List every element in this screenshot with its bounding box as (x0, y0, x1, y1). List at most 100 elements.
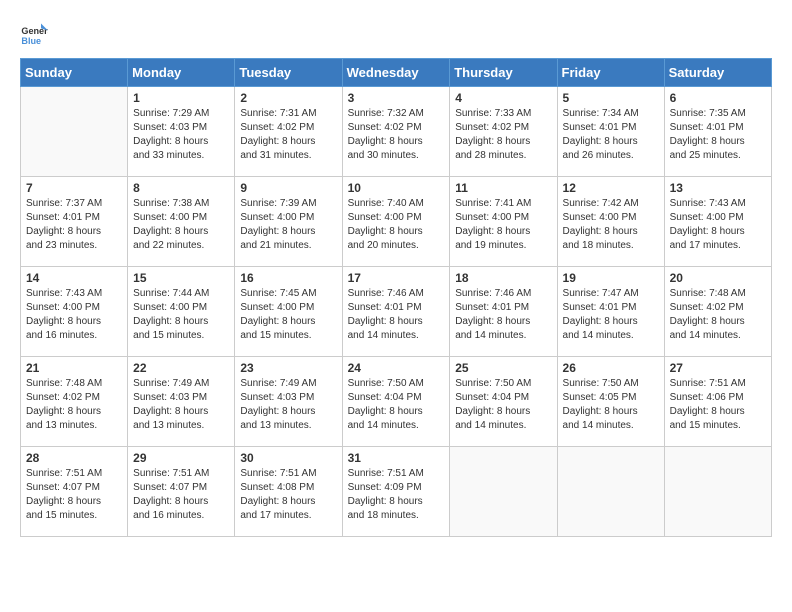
calendar-cell (450, 447, 557, 537)
calendar-cell: 20 Sunrise: 7:48 AM Sunset: 4:02 PM Dayli… (664, 267, 771, 357)
calendar-cell: 19Sunrise: 7:47 AM Sunset: 4:01 PM Dayli… (557, 267, 664, 357)
calendar-cell: 13 Sunrise: 7:43 AM Sunset: 4:00 PM Dayli… (664, 177, 771, 267)
calendar-cell: 11 Sunrise: 7:41 AM Sunset: 4:00 PM Dayli… (450, 177, 557, 267)
calendar-cell: 17Sunrise: 7:46 AM Sunset: 4:01 PM Dayli… (342, 267, 450, 357)
day-number: 28 (26, 451, 122, 465)
calendar-cell: 31Sunrise: 7:51 AM Sunset: 4:09 PM Dayli… (342, 447, 450, 537)
calendar-cell: 5 Sunrise: 7:34 AM Sunset: 4:01 PM Daylig… (557, 87, 664, 177)
page-header: General Blue (20, 20, 772, 48)
calendar-header-row: SundayMondayTuesdayWednesdayThursdayFrid… (21, 59, 772, 87)
day-info: Sunrise: 7:42 AM Sunset: 4:00 PM Dayligh… (563, 197, 659, 253)
calendar-cell: 22 Sunrise: 7:49 AM Sunset: 4:03 PM Dayli… (128, 357, 235, 447)
calendar-header-thursday: Thursday (450, 59, 557, 87)
day-info: Sunrise: 7:41 AM Sunset: 4:00 PM Dayligh… (455, 197, 551, 253)
day-number: 5 (563, 91, 659, 105)
calendar-header-saturday: Saturday (664, 59, 771, 87)
calendar-cell: 15 Sunrise: 7:44 AM Sunset: 4:00 PM Dayli… (128, 267, 235, 357)
day-info: Sunrise: 7:44 AM Sunset: 4:00 PM Dayligh… (133, 287, 229, 343)
calendar-cell: 4 Sunrise: 7:33 AM Sunset: 4:02 PM Daylig… (450, 87, 557, 177)
calendar-cell: 2 Sunrise: 7:31 AM Sunset: 4:02 PM Daylig… (235, 87, 342, 177)
calendar-cell: 6 Sunrise: 7:35 AM Sunset: 4:01 PM Daylig… (664, 87, 771, 177)
day-info: Sunrise: 7:49 AM Sunset: 4:03 PM Dayligh… (133, 377, 229, 433)
day-number: 25 (455, 361, 551, 375)
calendar-cell: 24Sunrise: 7:50 AM Sunset: 4:04 PM Dayli… (342, 357, 450, 447)
calendar-cell: 1Sunrise: 7:29 AM Sunset: 4:03 PM Daylig… (128, 87, 235, 177)
day-number: 3 (348, 91, 445, 105)
day-info: Sunrise: 7:45 AM Sunset: 4:00 PM Dayligh… (240, 287, 336, 343)
calendar-cell: 9 Sunrise: 7:39 AM Sunset: 4:00 PM Daylig… (235, 177, 342, 267)
logo: General Blue (20, 20, 48, 48)
calendar-cell: 30 Sunrise: 7:51 AM Sunset: 4:08 PM Dayli… (235, 447, 342, 537)
day-info: Sunrise: 7:43 AM Sunset: 4:00 PM Dayligh… (670, 197, 766, 253)
day-number: 29 (133, 451, 229, 465)
day-info: Sunrise: 7:46 AM Sunset: 4:01 PM Dayligh… (348, 287, 445, 343)
day-number: 23 (240, 361, 336, 375)
day-info: Sunrise: 7:51 AM Sunset: 4:07 PM Dayligh… (133, 467, 229, 523)
day-number: 27 (670, 361, 766, 375)
calendar-header-wednesday: Wednesday (342, 59, 450, 87)
day-info: Sunrise: 7:43 AM Sunset: 4:00 PM Dayligh… (26, 287, 122, 343)
calendar-cell (21, 87, 128, 177)
day-info: Sunrise: 7:38 AM Sunset: 4:00 PM Dayligh… (133, 197, 229, 253)
day-number: 22 (133, 361, 229, 375)
day-info: Sunrise: 7:39 AM Sunset: 4:00 PM Dayligh… (240, 197, 336, 253)
day-number: 10 (348, 181, 445, 195)
day-info: Sunrise: 7:46 AM Sunset: 4:01 PM Dayligh… (455, 287, 551, 343)
day-number: 30 (240, 451, 336, 465)
calendar-cell: 14Sunrise: 7:43 AM Sunset: 4:00 PM Dayli… (21, 267, 128, 357)
day-info: Sunrise: 7:35 AM Sunset: 4:01 PM Dayligh… (670, 107, 766, 163)
day-number: 18 (455, 271, 551, 285)
day-number: 4 (455, 91, 551, 105)
day-number: 2 (240, 91, 336, 105)
day-number: 6 (670, 91, 766, 105)
calendar-header-friday: Friday (557, 59, 664, 87)
logo-icon: General Blue (20, 20, 48, 48)
calendar-cell: 10 Sunrise: 7:40 AM Sunset: 4:00 PM Dayli… (342, 177, 450, 267)
day-number: 9 (240, 181, 336, 195)
day-number: 19 (563, 271, 659, 285)
calendar-cell: 7 Sunrise: 7:37 AM Sunset: 4:01 PM Daylig… (21, 177, 128, 267)
calendar-cell: 16 Sunrise: 7:45 AM Sunset: 4:00 PM Dayli… (235, 267, 342, 357)
day-info: Sunrise: 7:32 AM Sunset: 4:02 PM Dayligh… (348, 107, 445, 163)
day-number: 21 (26, 361, 122, 375)
calendar-cell: 18 Sunrise: 7:46 AM Sunset: 4:01 PM Dayli… (450, 267, 557, 357)
day-info: Sunrise: 7:50 AM Sunset: 4:04 PM Dayligh… (455, 377, 551, 433)
day-info: Sunrise: 7:33 AM Sunset: 4:02 PM Dayligh… (455, 107, 551, 163)
day-info: Sunrise: 7:40 AM Sunset: 4:00 PM Dayligh… (348, 197, 445, 253)
day-number: 31 (348, 451, 445, 465)
day-info: Sunrise: 7:34 AM Sunset: 4:01 PM Dayligh… (563, 107, 659, 163)
day-info: Sunrise: 7:37 AM Sunset: 4:01 PM Dayligh… (26, 197, 122, 253)
calendar-week-row: 28 Sunrise: 7:51 AM Sunset: 4:07 PM Dayli… (21, 447, 772, 537)
calendar-week-row: 14Sunrise: 7:43 AM Sunset: 4:00 PM Dayli… (21, 267, 772, 357)
calendar-week-row: 7 Sunrise: 7:37 AM Sunset: 4:01 PM Daylig… (21, 177, 772, 267)
calendar-cell: 28 Sunrise: 7:51 AM Sunset: 4:07 PM Dayli… (21, 447, 128, 537)
svg-text:Blue: Blue (21, 36, 41, 46)
day-number: 11 (455, 181, 551, 195)
day-number: 20 (670, 271, 766, 285)
day-number: 13 (670, 181, 766, 195)
calendar-cell: 8 Sunrise: 7:38 AM Sunset: 4:00 PM Daylig… (128, 177, 235, 267)
day-info: Sunrise: 7:51 AM Sunset: 4:08 PM Dayligh… (240, 467, 336, 523)
day-info: Sunrise: 7:51 AM Sunset: 4:07 PM Dayligh… (26, 467, 122, 523)
day-info: Sunrise: 7:51 AM Sunset: 4:06 PM Dayligh… (670, 377, 766, 433)
calendar-cell: 3 Sunrise: 7:32 AM Sunset: 4:02 PM Daylig… (342, 87, 450, 177)
calendar-cell: 21 Sunrise: 7:48 AM Sunset: 4:02 PM Dayli… (21, 357, 128, 447)
calendar-cell (664, 447, 771, 537)
day-number: 7 (26, 181, 122, 195)
day-info: Sunrise: 7:50 AM Sunset: 4:04 PM Dayligh… (348, 377, 445, 433)
calendar-cell: 25 Sunrise: 7:50 AM Sunset: 4:04 PM Dayli… (450, 357, 557, 447)
calendar-cell: 27 Sunrise: 7:51 AM Sunset: 4:06 PM Dayli… (664, 357, 771, 447)
calendar-header-tuesday: Tuesday (235, 59, 342, 87)
day-number: 16 (240, 271, 336, 285)
day-info: Sunrise: 7:48 AM Sunset: 4:02 PM Dayligh… (26, 377, 122, 433)
day-info: Sunrise: 7:48 AM Sunset: 4:02 PM Dayligh… (670, 287, 766, 343)
day-number: 8 (133, 181, 229, 195)
day-number: 12 (563, 181, 659, 195)
day-number: 15 (133, 271, 229, 285)
day-info: Sunrise: 7:31 AM Sunset: 4:02 PM Dayligh… (240, 107, 336, 163)
day-info: Sunrise: 7:50 AM Sunset: 4:05 PM Dayligh… (563, 377, 659, 433)
calendar-cell (557, 447, 664, 537)
calendar-header-sunday: Sunday (21, 59, 128, 87)
calendar-header-monday: Monday (128, 59, 235, 87)
day-info: Sunrise: 7:49 AM Sunset: 4:03 PM Dayligh… (240, 377, 336, 433)
